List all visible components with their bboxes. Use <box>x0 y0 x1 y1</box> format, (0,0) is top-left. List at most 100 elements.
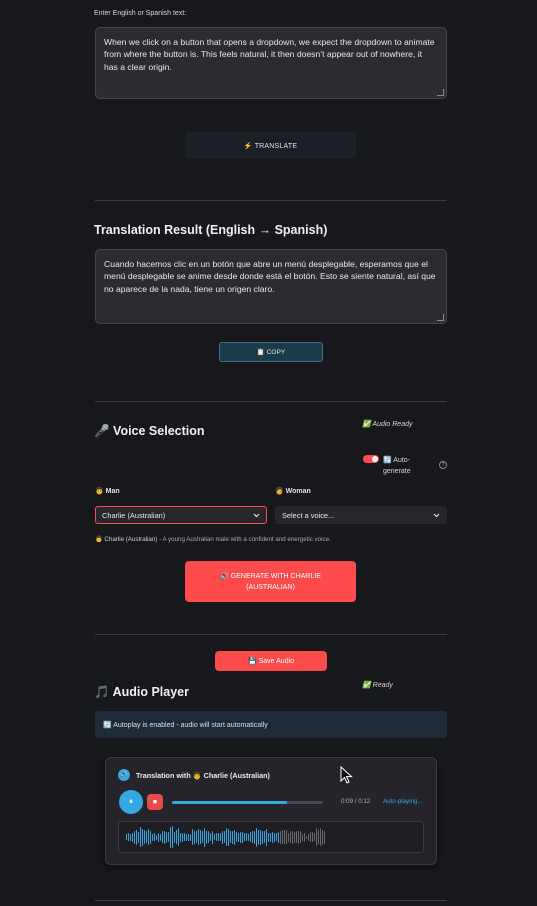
waveform-bar <box>312 832 313 842</box>
waveform-bar <box>268 832 269 842</box>
waveform-bar <box>126 834 127 840</box>
waveform-bar <box>144 830 145 844</box>
waveform-bar <box>310 832 311 842</box>
help-icon[interactable]: ? <box>439 461 447 469</box>
woman-label: 👩 Woman <box>275 488 311 495</box>
waveform-bar <box>188 833 189 841</box>
resize-handle-icon[interactable] <box>437 89 444 96</box>
progress-fill <box>172 801 287 804</box>
auto-generate-label-line-1: 🔄 Auto- <box>383 457 411 464</box>
waveform-bar <box>218 833 219 841</box>
waveform-bar <box>204 827 205 847</box>
stop-button[interactable]: ⏹ <box>147 794 163 810</box>
voice-description: 👨 Charlie (Australian) - A young Austral… <box>95 535 331 543</box>
man-label: 👨 Man <box>95 488 120 495</box>
pause-button[interactable]: ⏸ <box>119 790 143 814</box>
waveform-bar <box>308 833 309 841</box>
waveform-bar <box>224 831 225 843</box>
waveform-bar <box>156 834 157 840</box>
audio-ready-status: ✅ Audio Ready <box>362 421 413 428</box>
waveform-bar <box>234 829 235 845</box>
waveform-bar <box>262 830 263 844</box>
voice-selection-title: 🎤 Voice Selection <box>94 424 205 438</box>
resize-handle-icon[interactable] <box>437 314 444 321</box>
waveform-bar <box>206 830 207 844</box>
waveform-bar <box>272 831 273 843</box>
divider <box>95 900 447 901</box>
woman-voice-select[interactable]: Select a voice... <box>275 506 447 524</box>
waveform-bar <box>294 831 295 843</box>
man-voice-select[interactable]: Charlie (Australian) <box>95 506 267 524</box>
waveform-bar <box>214 834 215 840</box>
speaker-icon: 🔊 <box>118 769 130 781</box>
waveform-bar <box>260 829 261 845</box>
auto-generate-toggle[interactable] <box>363 455 379 463</box>
waveform-bar <box>236 832 237 842</box>
waveform-bar <box>276 833 277 841</box>
waveform-bar <box>300 831 301 843</box>
waveform-bar <box>228 828 229 846</box>
auto-generate-label-line-2: generate <box>383 468 411 475</box>
chevron-down-icon <box>433 513 440 517</box>
player-title: Translation with 👨 Charlie (Australian) <box>136 771 270 780</box>
waveform-bar <box>200 830 201 844</box>
waveform-bar <box>180 832 181 842</box>
time-display: 0:09 / 0:12 <box>341 798 371 805</box>
waveform-bar <box>190 833 191 841</box>
waveform-bar <box>256 827 257 847</box>
waveform-bar <box>150 830 151 844</box>
waveform-bar <box>258 829 259 845</box>
generate-button-line-1: 🔊 GENERATE WITH CHARLIE <box>220 572 321 580</box>
waveform-bar <box>212 830 213 844</box>
waveform-bar <box>222 830 223 844</box>
waveform[interactable] <box>118 821 424 853</box>
translate-button[interactable]: ⚡ TRANSLATE <box>185 132 356 159</box>
waveform-bar <box>210 833 211 841</box>
waveform-bar <box>290 831 291 843</box>
divider <box>95 200 447 201</box>
result-text: Cuando hacemos clic en un botón que abre… <box>104 259 436 294</box>
waveform-bar <box>274 832 275 842</box>
chevron-down-icon <box>253 513 260 517</box>
generate-audio-button[interactable]: 🔊 GENERATE WITH CHARLIE (AUSTRALIAN) <box>185 561 356 602</box>
waveform-bar <box>136 829 137 845</box>
woman-voice-placeholder: Select a voice... <box>282 510 335 520</box>
waveform-bar <box>158 832 159 842</box>
waveform-bar <box>242 831 243 843</box>
waveform-bar <box>240 831 241 843</box>
waveform-bar <box>316 828 317 846</box>
waveform-bar <box>168 832 169 842</box>
waveform-bar <box>302 833 303 841</box>
result-text-area[interactable]: Cuando hacemos clic en un botón que abre… <box>95 249 447 324</box>
waveform-bar <box>320 828 321 846</box>
result-title: Translation Result (English → Spanish) <box>94 223 328 237</box>
waveform-bar <box>160 833 161 841</box>
waveform-bar <box>176 830 177 844</box>
waveform-bar <box>254 830 255 844</box>
waveform-bar <box>198 829 199 845</box>
waveform-bar <box>270 832 271 842</box>
waveform-bar <box>208 831 209 843</box>
waveform-bar <box>178 828 179 846</box>
waveform-bar <box>184 833 185 841</box>
waveform-bar <box>186 833 187 841</box>
auto-generate-label: 🔄 Auto- generate <box>383 455 411 477</box>
waveform-bar <box>314 833 315 841</box>
copy-button[interactable]: 📋 COPY <box>219 342 323 362</box>
ready-status: ✅ Ready <box>362 682 393 689</box>
toggle-knob <box>372 456 378 462</box>
waveform-bar <box>192 829 193 845</box>
waveform-bar <box>130 833 131 841</box>
waveform-bar <box>162 831 163 843</box>
waveform-bar <box>164 830 165 844</box>
waveform-bar <box>174 831 175 843</box>
progress-track[interactable] <box>172 801 323 804</box>
waveform-bar <box>292 830 293 844</box>
source-text-area[interactable]: When we click on a button that opens a d… <box>95 27 447 99</box>
waveform-bar <box>266 828 267 846</box>
waveform-bar <box>284 830 285 844</box>
waveform-bar <box>216 833 217 841</box>
waveform-bar <box>244 833 245 841</box>
save-audio-button[interactable]: 💾 Save Audio <box>215 651 327 671</box>
waveform-bar <box>226 828 227 846</box>
